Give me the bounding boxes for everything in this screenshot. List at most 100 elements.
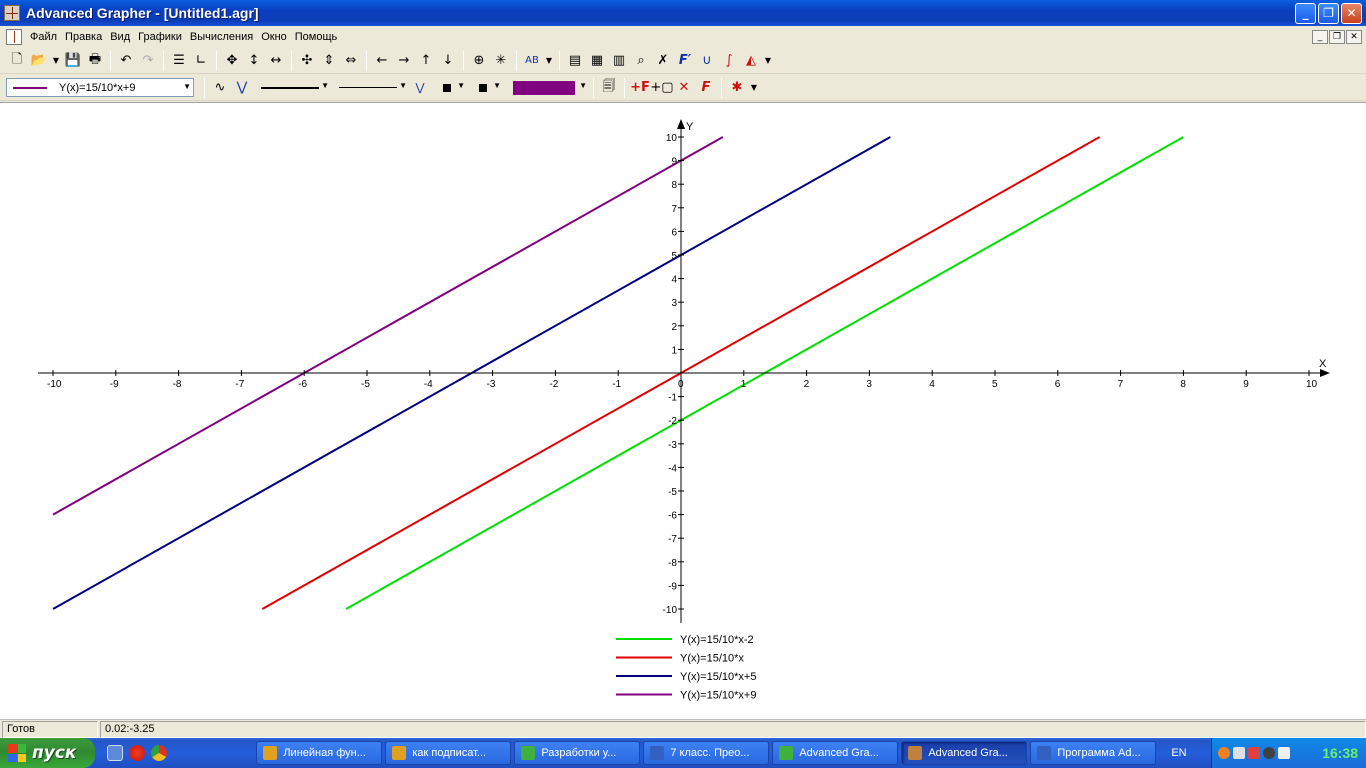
mdi-restore-button[interactable]: ❐ <box>1329 30 1345 44</box>
line-width-select[interactable]: ▼ <box>335 78 409 97</box>
task-label: как подписат... <box>412 747 487 759</box>
function-select[interactable]: Y(x)=15/10*x+9 ▼ <box>6 78 194 97</box>
tray-app-icon[interactable] <box>1218 747 1231 759</box>
taskbar-button[interactable]: как подписат... <box>385 741 512 765</box>
legend-label: Y(x)=15/10*x+5 <box>680 671 756 683</box>
list-icon[interactable]: ☰ <box>168 50 190 72</box>
x-tick-label: 0 <box>678 379 684 390</box>
color-select[interactable]: ▼ <box>513 78 589 97</box>
arrow-down-icon[interactable]: ↓ <box>437 50 459 72</box>
crosshair-icon[interactable]: ⊕ <box>468 50 490 72</box>
taskbar-button[interactable]: Advanced Gra... <box>772 741 899 765</box>
menu-file[interactable]: Файл <box>26 31 61 43</box>
points-icon[interactable]: ✱ <box>726 77 748 99</box>
minimize-button[interactable]: _ <box>1295 2 1316 24</box>
x-tick-label: 2 <box>804 379 810 390</box>
taskbar-button[interactable]: Разработки у... <box>514 741 641 765</box>
integral-icon[interactable]: ∫ <box>718 50 740 72</box>
chrome-icon[interactable] <box>151 745 168 761</box>
move-all-icon[interactable]: ✥ <box>221 50 243 72</box>
add-table-icon[interactable]: +▢ <box>650 77 673 99</box>
undo-icon[interactable]: ↶ <box>115 50 137 72</box>
menu-window[interactable]: Окно <box>257 31 291 43</box>
new-file-icon[interactable]: 🗋 <box>6 50 28 72</box>
menu-edit[interactable]: Правка <box>61 31 106 43</box>
main-toolbar: 🗋 📂 ▼ 💾 🖶 ↶ ↷ ☰ ∟ ✥ ↕ ↔ ✣ ⇕ ⇔ ← → ↑ ↓ ⊕ … <box>0 48 1366 74</box>
open-folder-icon[interactable]: 📂 <box>28 50 50 72</box>
redo-icon[interactable]: ↷ <box>137 50 159 72</box>
delete-icon[interactable]: ✕ <box>673 77 695 99</box>
y-tick-label: 10 <box>666 133 678 144</box>
edit-function-icon[interactable]: F <box>695 77 717 99</box>
area-icon[interactable]: ◭ <box>740 50 762 72</box>
mdi-close-button[interactable]: ✕ <box>1346 30 1362 44</box>
arrow-right-icon[interactable]: → <box>393 50 415 72</box>
chevron-down-icon: ▼ <box>183 82 191 91</box>
add-function-icon[interactable]: +F <box>629 77 651 99</box>
axes-icon[interactable]: ∟ <box>190 50 212 72</box>
text-label-icon[interactable]: AB <box>521 50 543 72</box>
save-icon[interactable]: 💾 <box>62 50 84 72</box>
quick-launch <box>107 745 256 761</box>
marker-icon[interactable]: ⋁ <box>409 77 431 99</box>
task-label: Разработки у... <box>541 747 617 759</box>
zoom-vertical-icon[interactable]: ⇕ <box>318 50 340 72</box>
curve-smooth-icon[interactable]: ∿ <box>209 77 231 99</box>
text-dropdown-icon[interactable]: ▼ <box>543 50 555 72</box>
table-icon[interactable]: ▥ <box>608 50 630 72</box>
y-tick-label: 3 <box>671 298 677 309</box>
document-icon[interactable] <box>6 29 22 45</box>
mdi-minimize-button[interactable]: _ <box>1312 30 1328 44</box>
intersect-icon[interactable]: ✗ <box>652 50 674 72</box>
antivirus-icon[interactable] <box>1263 747 1276 759</box>
zoom-in-icon[interactable]: ✣ <box>296 50 318 72</box>
tangent-icon[interactable]: ∪ <box>696 50 718 72</box>
menu-view[interactable]: Вид <box>106 31 134 43</box>
arrow-left-icon[interactable]: ← <box>371 50 393 72</box>
chevron-down-icon: ▼ <box>321 81 329 90</box>
chevron-down-icon: ▼ <box>493 81 501 90</box>
marker-size-select[interactable]: ▼ <box>473 78 503 97</box>
move-horizontal-icon[interactable]: ↔ <box>265 50 287 72</box>
derivative-icon[interactable]: F′ <box>674 50 696 72</box>
menu-graphs[interactable]: Графики <box>134 31 186 43</box>
graph-chart[interactable]: XY-10 -9 -8 -7 -6 -5 -4 -3 -2 -1 0 1 2 3 4 5 6 7 8 9 1010987… <box>0 103 1366 719</box>
status-bar: Готов 0.02:-3.25 <box>0 719 1366 738</box>
start-button[interactable]: пуск <box>0 738 96 768</box>
graph-properties-icon[interactable]: 🗐 <box>598 77 620 99</box>
clock[interactable]: 16:38 <box>1322 745 1358 761</box>
security-icon[interactable] <box>1248 747 1261 759</box>
menu-calculations[interactable]: Вычисления <box>186 31 257 43</box>
calculator-icon[interactable]: ▦ <box>586 50 608 72</box>
graph-canvas[interactable]: X Y -10 -9 -8 -7 -6 -5 -4 -3 -2 -1 0 1 2 3 4 5 6 7 8 9 10 10 9 8 7… <box>0 102 1366 719</box>
asterisk-icon[interactable]: ✳ <box>490 50 512 72</box>
close-button[interactable]: ✕ <box>1341 2 1362 24</box>
line-style-select[interactable]: ▼ <box>257 78 331 97</box>
menu-help[interactable]: Помощь <box>291 31 342 43</box>
tools-dropdown-icon[interactable]: ▼ <box>762 50 774 72</box>
analyze-icon[interactable]: ⌕ <box>630 50 652 72</box>
zoom-horizontal-icon[interactable]: ⇔ <box>340 50 362 72</box>
document-properties-icon[interactable]: ▤ <box>564 50 586 72</box>
move-vertical-icon[interactable]: ↕ <box>243 50 265 72</box>
print-icon[interactable]: 🖶 <box>84 50 106 72</box>
app-icon[interactable] <box>4 5 20 21</box>
open-dropdown-icon[interactable]: ▼ <box>50 50 62 72</box>
task-icon <box>908 746 923 760</box>
taskbar-button[interactable]: Advanced Gra... <box>901 741 1028 765</box>
browser-icon[interactable] <box>129 745 146 761</box>
curve-points-icon[interactable]: ⋁ <box>231 77 253 99</box>
volume-icon[interactable] <box>1278 747 1291 759</box>
arrow-up-icon[interactable]: ↑ <box>415 50 437 72</box>
show-desktop-icon[interactable] <box>107 745 124 761</box>
taskbar-button[interactable]: 7 класс. Прео... <box>643 741 770 765</box>
graph-toolbar: Y(x)=15/10*x+9 ▼ ∿ ⋁ ▼ ▼ ⋁ ▼ ▼ ▼ 🗐 +F +▢… <box>0 75 1366 101</box>
points-dropdown-icon[interactable]: ▼ <box>748 77 760 99</box>
language-indicator[interactable]: EN <box>1171 747 1211 759</box>
taskbar-button[interactable]: Программа Ad... <box>1030 741 1157 765</box>
network-icon[interactable] <box>1233 747 1246 759</box>
taskbar-button[interactable]: Линейная фун... <box>256 741 383 765</box>
maximize-button[interactable]: ❐ <box>1318 2 1339 24</box>
x-tick-label: 6 <box>1055 379 1061 390</box>
marker-style-select[interactable]: ▼ <box>437 78 467 97</box>
